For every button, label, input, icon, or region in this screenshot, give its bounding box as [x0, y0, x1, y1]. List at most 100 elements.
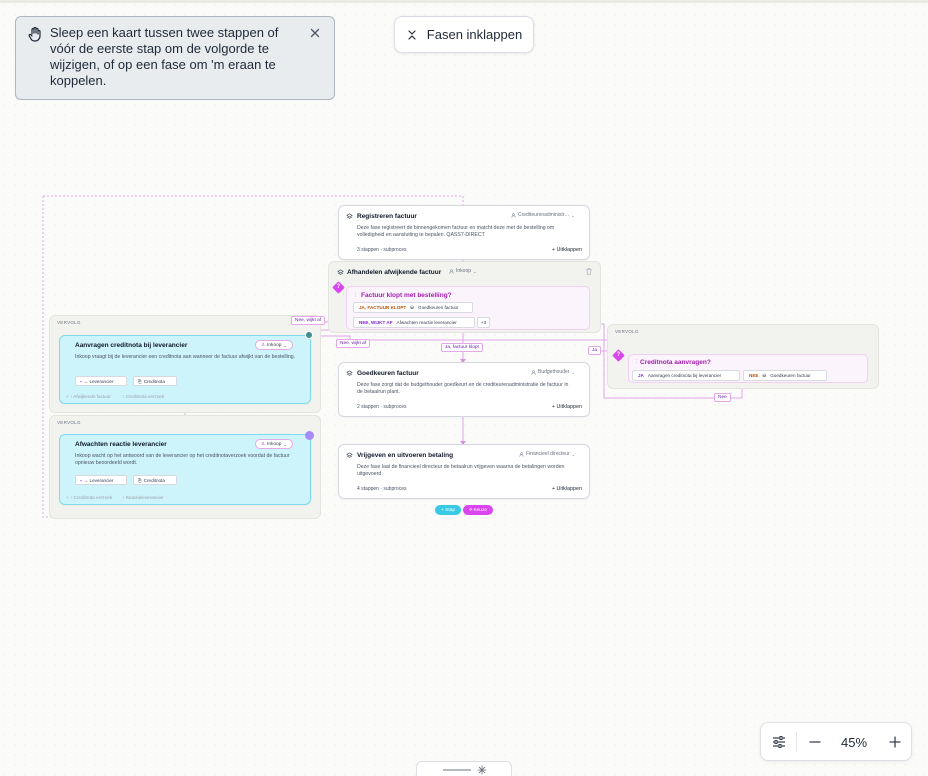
bottom-dock [416, 761, 512, 776]
role-label: Inkoop [267, 441, 282, 447]
close-icon[interactable] [308, 26, 322, 40]
group-title: VERVOLG [57, 320, 81, 325]
phase-title: Afhandelen afwijkende factuur [347, 269, 442, 276]
decision-factuur-klopt[interactable]: ⋮ Factuur klopt met bestelling? JA, FACT… [346, 286, 590, 330]
step-title: Aanvragen creditnota bij leverancier [75, 342, 188, 349]
answer-label: NEE [749, 373, 759, 378]
answer-target: Goedkeuren factuur [770, 373, 811, 378]
expand-label: Uitklappen [556, 247, 582, 253]
phase-role-label: Budgethouder [538, 369, 570, 375]
phase-role-label: Financieel directeur [526, 451, 570, 457]
decision-creditnota-aanvragen[interactable]: ⋮ Creditnota aanvragen? JA Aanvragen cre… [628, 354, 868, 383]
add-step-button[interactable]: + Stap [435, 505, 461, 515]
chip-leverancier[interactable]: ▪ → Leverancier [75, 475, 127, 485]
output-link[interactable]: ↑ Creditnota verzoek [122, 394, 164, 399]
doc-icon: ⎘ [138, 378, 142, 384]
decision-title: Creditnota aanvragen? [640, 359, 711, 366]
group-title: VERVOLG [615, 329, 639, 334]
doc-icon: ⎘ [138, 477, 142, 483]
phase-goedkeuren-factuur[interactable]: Goedkeuren factuur Budgethouder ⌄ Deze f… [338, 362, 590, 417]
answer-target: Goedkeuren factuur [418, 305, 459, 310]
expand-button[interactable]: + Uitklappen [552, 486, 582, 492]
edge-label-nee-wijkt-af[interactable]: Nee, wijkt af [291, 316, 326, 325]
edge-label-text: Ja, factuur klopt [445, 345, 479, 350]
role-label: Inkoop [267, 342, 282, 348]
answer-label: JA [638, 373, 644, 378]
chip-leverancier[interactable]: ▪ → Leverancier [75, 376, 127, 386]
answer-ja[interactable]: JA, FACTUUR KLOPT ⛁ Goedkeuren factuur [353, 302, 473, 313]
expand-label: Uitklappen [556, 486, 582, 492]
phase-role-label: Crediteurenadministr… [518, 212, 570, 218]
phase-role[interactable]: Financieel directeur ⌄ [519, 451, 575, 457]
phase-vrijgeven-betaling[interactable]: Vrijgeven en uitvoeren betaling Financie… [338, 444, 590, 499]
step-aanvragen-creditnota[interactable]: Aanvragen creditnota bij leverancier ♙ I… [59, 335, 311, 404]
phase-role[interactable]: Crediteurenadministr… ⌄ [511, 212, 575, 218]
connection-handle[interactable] [305, 331, 313, 339]
chip-label: → Leverancier [83, 477, 114, 483]
layers-icon [346, 213, 353, 219]
chip-creditnota[interactable]: ⎘ Creditnota [133, 376, 177, 386]
more-answers-badge[interactable]: +3 [477, 317, 490, 328]
layers-icon [346, 370, 353, 376]
connection-handle[interactable] [305, 431, 314, 440]
step-description: Inkoop vraagt bij de leverancier een cre… [75, 354, 296, 360]
role-pill[interactable]: ♙ Inkoop ⌄ [255, 439, 293, 449]
phase-meta: 4 stappen · subproces [357, 486, 407, 492]
user-icon [519, 451, 524, 457]
edge-label-ja-factuur-klopt[interactable]: Ja, factuur klopt [441, 343, 483, 352]
user-icon [531, 369, 536, 375]
target-icon: ⛁ [410, 304, 414, 310]
user-icon [511, 212, 516, 218]
drag-handle-icon[interactable]: ⋮ [353, 292, 358, 298]
trash-icon[interactable] [586, 268, 592, 275]
edge-label-nee-wijkt-af-2[interactable]: Nee, wijkt af [336, 339, 371, 348]
answer-label: JA, FACTUUR KLOPT [359, 305, 407, 310]
answer-ja[interactable]: JA Aanvragen creditnota bij leverancier [632, 370, 740, 381]
phase-registreren-factuur[interactable]: Registreren factuur Crediteurenadministr… [338, 205, 590, 260]
edge-label-ja[interactable]: Ja [588, 346, 602, 355]
zoom-in-icon[interactable] [887, 734, 903, 750]
edge-label-nee[interactable]: Nee [714, 393, 731, 402]
input-link[interactable]: + ↑ Afwijkende factuur [66, 394, 111, 399]
decision-diamond-icon: ? [332, 281, 345, 294]
collapse-phases-button[interactable]: Fasen inklappen [394, 16, 534, 53]
answer-label: NEE, WIJKT AF [359, 320, 393, 325]
collapse-icon [408, 29, 416, 40]
add-decision-button[interactable]: ⟡ Keuze [463, 505, 493, 515]
expand-button[interactable]: + Uitklappen [552, 404, 582, 410]
phase-role[interactable]: Budgethouder ⌄ [531, 369, 575, 375]
user-icon: ♙ [261, 342, 266, 347]
step-afwachten-reactie[interactable]: Afwachten reactie leverancier ♙ Inkoop ⌄… [59, 434, 311, 505]
zoom-out-icon[interactable] [807, 734, 823, 750]
answer-nee[interactable]: NEE ⛁ Goedkeuren factuur [743, 370, 827, 381]
sparkle-icon[interactable] [477, 765, 487, 775]
layers-icon [337, 269, 344, 275]
hand-icon [28, 26, 41, 42]
drag-handle-icon[interactable]: ⋮ [634, 359, 639, 365]
phase-role[interactable]: Inkoop ⌄ [449, 268, 476, 274]
input-link[interactable]: + ↑ Creditnota verzoek [66, 495, 112, 500]
answer-target: Afwachten reactie leverancier [396, 320, 457, 325]
phase-meta: 2 stappen · subproces [357, 404, 407, 410]
chip-label: → Leverancier [83, 378, 114, 384]
connector-loop-top [43, 195, 464, 205]
output-link[interactable]: ↑ Reactieleverancier [122, 495, 164, 500]
sliders-icon[interactable] [771, 734, 787, 750]
hint-text: Sleep een kaart tussen twee stappen of v… [50, 25, 279, 88]
edge-label-text: Ja [592, 348, 598, 353]
link-label: Reactieleverancier [125, 495, 164, 500]
phase-description: Deze fase laat de financieel directeur d… [357, 464, 565, 478]
chevron-down-icon: ⌄ [283, 342, 287, 348]
chip-creditnota[interactable]: ⎘ Creditnota [133, 475, 177, 485]
user-icon: ♙ [261, 441, 266, 446]
edge-label-text: Nee, wijkt af [295, 318, 322, 323]
answer-nee[interactable]: NEE, WIJKT AF Afwachten reactie leveranc… [353, 317, 475, 328]
chevron-down-icon: ⌄ [571, 451, 575, 457]
decision-title: Factuur klopt met bestelling? [361, 292, 452, 299]
link-label: Afwijkende factuur [73, 394, 111, 399]
phase-description: Deze fase zorgt dat de budgethouder goed… [357, 382, 569, 396]
role-pill[interactable]: ♙ Inkoop ⌄ [255, 340, 293, 350]
expand-button[interactable]: + Uitklappen [552, 247, 582, 253]
drag-hint-banner: Sleep een kaart tussen twee stappen of v… [15, 16, 335, 100]
phase-role-label: Inkoop [456, 268, 472, 274]
